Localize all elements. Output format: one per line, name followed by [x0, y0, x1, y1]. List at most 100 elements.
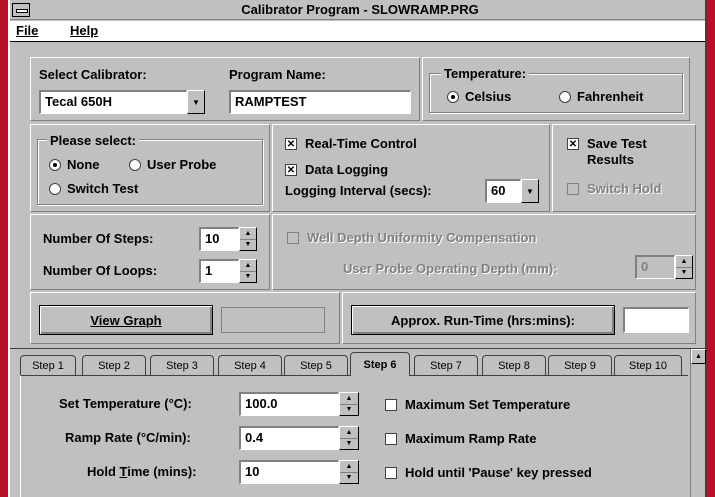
hold-time-input[interactable]: 10 — [239, 460, 339, 484]
save-results-label-line1: Save Test — [587, 136, 647, 151]
chevron-down-icon[interactable]: ▼ — [521, 179, 539, 203]
tab-step-2[interactable]: Step 2 — [82, 355, 146, 375]
menu-help[interactable]: Help — [70, 23, 98, 38]
window-title: Calibrator Program - SLOWRAMP.PRG — [241, 2, 479, 17]
hold-time-label-post: ime (mins): — [127, 464, 197, 479]
switch-test-radio[interactable] — [49, 183, 61, 195]
menu-file-label: File — [16, 23, 39, 38]
none-label: None — [67, 157, 100, 172]
scroll-up-icon[interactable]: ▲ — [691, 349, 706, 364]
system-menu-icon[interactable] — [12, 3, 30, 17]
program-name-label: Program Name: — [229, 67, 326, 82]
temperature-label: Temperature: — [441, 66, 530, 81]
view-graph-panel: View Graph — [30, 292, 340, 344]
ramp-rate-spinner[interactable]: ▲ ▼ — [339, 426, 359, 450]
save-results-checkbox[interactable]: ✕ — [567, 138, 579, 150]
tab-step-7[interactable]: Step 7 — [414, 355, 478, 375]
select-calibrator-label: Select Calibrator: — [39, 67, 147, 82]
step-tab-content: Set Temperature (°C): 100.0 ▲ ▼ Maximum … — [20, 375, 688, 497]
ramp-rate-input[interactable]: 0.4 — [239, 426, 339, 450]
celsius-radio[interactable] — [447, 91, 459, 103]
data-logging-label: Data Logging — [305, 162, 389, 177]
set-temperature-label: Set Temperature (°C): — [59, 396, 192, 411]
save-panel: ✕ Save Test Results Switch Hold — [552, 124, 696, 212]
steps-spinner[interactable]: ▲ ▼ — [239, 227, 257, 251]
celsius-label: Celsius — [465, 89, 512, 104]
probe-depth-spinner[interactable]: ▲ ▼ — [675, 255, 693, 279]
approx-runtime-button[interactable]: Approx. Run-Time (hrs:mins): — [351, 305, 615, 335]
logging-interval-select[interactable]: 60 — [485, 179, 521, 203]
realtime-label: Real-Time Control — [305, 136, 417, 151]
save-results-label-line2: Results — [587, 152, 634, 167]
well-depth-panel: Well Depth Uniformity Compensation User … — [272, 214, 696, 290]
set-temperature-spinner[interactable]: ▲ ▼ — [339, 392, 359, 416]
hold-time-spinner[interactable]: ▲ ▼ — [339, 460, 359, 484]
please-select-panel: Please select: None User Probe Switch Te… — [30, 124, 270, 212]
control-panel: ✕ Real-Time Control ✕ Data Logging Loggi… — [272, 124, 550, 212]
data-logging-checkbox[interactable]: ✕ — [285, 164, 297, 176]
steps-label: Number Of Steps: — [43, 231, 154, 246]
calibrator-window: Calibrator Program - SLOWRAMP.PRG File H… — [8, 0, 707, 497]
please-select-label: Please select: — [47, 133, 140, 148]
tab-step-10[interactable]: Step 10 — [614, 355, 682, 375]
max-set-temperature-checkbox[interactable] — [385, 399, 397, 411]
triangle-down-icon[interactable]: ▼ — [340, 472, 358, 483]
tab-area-divider — [10, 348, 705, 349]
max-ramp-rate-checkbox[interactable] — [385, 433, 397, 445]
max-set-temperature-label: Maximum Set Temperature — [405, 397, 571, 412]
chevron-down-icon[interactable]: ▼ — [187, 90, 205, 114]
program-name-input[interactable]: RAMPTEST — [229, 90, 411, 114]
logging-interval-label: Logging Interval (secs): — [285, 183, 432, 198]
title-bar: Calibrator Program - SLOWRAMP.PRG — [10, 0, 705, 20]
probe-depth-input[interactable]: 0 — [635, 255, 675, 279]
tab-step-9[interactable]: Step 9 — [548, 355, 612, 375]
hold-until-pause-label: Hold until 'Pause' key pressed — [405, 465, 592, 480]
steps-panel: Number Of Steps: 10 ▲ ▼ Number Of Loops:… — [30, 214, 270, 290]
menu-help-label: Help — [70, 23, 99, 38]
runtime-output — [623, 307, 689, 333]
tab-step-5[interactable]: Step 5 — [284, 355, 348, 375]
hold-until-pause-checkbox[interactable] — [385, 467, 397, 479]
triangle-down-icon[interactable]: ▼ — [676, 267, 692, 278]
runtime-panel: Approx. Run-Time (hrs:mins): — [342, 292, 696, 344]
fahrenheit-radio[interactable] — [559, 91, 571, 103]
tab-step-8[interactable]: Step 8 — [482, 355, 546, 375]
vertical-scrollbar[interactable]: ▲ — [690, 349, 706, 497]
loops-input[interactable]: 1 — [199, 259, 239, 283]
switch-test-label: Switch Test — [67, 181, 139, 196]
tab-step-4[interactable]: Step 4 — [218, 355, 282, 375]
realtime-checkbox[interactable]: ✕ — [285, 138, 297, 150]
temperature-panel: Temperature: Celsius Fahrenheit — [422, 57, 690, 121]
set-temperature-input[interactable]: 100.0 — [239, 392, 339, 416]
triangle-down-icon[interactable]: ▼ — [340, 404, 358, 415]
triangle-down-icon[interactable]: ▼ — [240, 271, 256, 282]
steps-input[interactable]: 10 — [199, 227, 239, 251]
loops-label: Number Of Loops: — [43, 263, 158, 278]
graph-status-box — [221, 307, 325, 333]
ramp-rate-label: Ramp Rate (°C/min): — [65, 430, 191, 445]
switch-hold-label: Switch Hold — [587, 181, 662, 196]
tab-step-3[interactable]: Step 3 — [150, 355, 214, 375]
probe-depth-label: User Probe Operating Depth (mm): — [343, 261, 558, 276]
triangle-down-icon[interactable]: ▼ — [240, 239, 256, 250]
menu-bar: File Help — [10, 21, 705, 42]
user-probe-label: User Probe — [147, 157, 217, 172]
hold-time-label-pre: Hold — [87, 464, 120, 479]
triangle-down-icon[interactable]: ▼ — [340, 438, 358, 449]
user-probe-radio[interactable] — [129, 159, 141, 171]
calibrator-panel: Select Calibrator: Tecal 650H ▼ Program … — [30, 57, 420, 121]
loops-spinner[interactable]: ▲ ▼ — [239, 259, 257, 283]
view-graph-button[interactable]: View Graph — [39, 305, 213, 335]
none-radio[interactable] — [49, 159, 61, 171]
view-graph-label: View Graph — [90, 312, 162, 328]
fahrenheit-label: Fahrenheit — [577, 89, 644, 104]
calibrator-select[interactable]: Tecal 650H — [39, 90, 187, 114]
well-depth-label: Well Depth Uniformity Compensation — [307, 230, 537, 245]
menu-file[interactable]: File — [16, 23, 38, 38]
switch-hold-checkbox[interactable] — [567, 183, 579, 195]
hold-time-label: Hold Time (mins): — [87, 464, 197, 479]
tab-step-1[interactable]: Step 1 — [20, 355, 76, 375]
well-depth-checkbox[interactable] — [287, 232, 299, 244]
tab-step-6[interactable]: Step 6 — [350, 352, 410, 376]
max-ramp-rate-label: Maximum Ramp Rate — [405, 431, 537, 446]
